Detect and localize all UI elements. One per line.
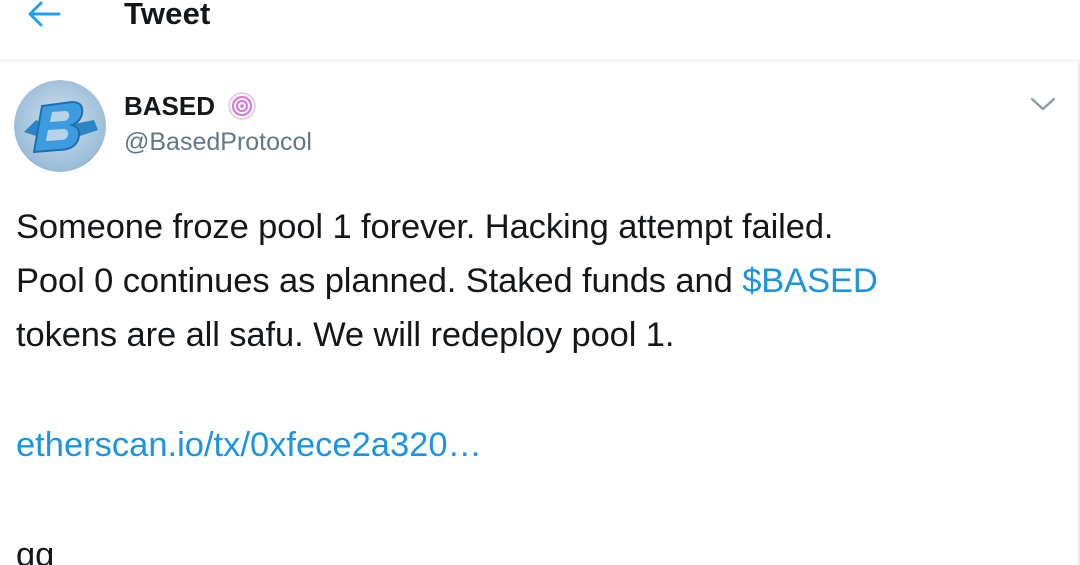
page-title: Tweet [124,0,211,31]
etherscan-link[interactable]: etherscan.io/tx/0xfece2a320… [16,418,482,472]
author-handle[interactable]: @BasedProtocol [124,126,312,158]
chevron-down-icon [1030,97,1056,111]
tweet-body: Someone froze pool 1 forever. Hacking at… [16,200,1056,362]
tweet-line-2: Pool 0 continues as planned. Staked fund… [16,254,1056,308]
author-name[interactable]: BASED [124,90,257,122]
sushi-emoji-icon [228,92,256,120]
tweet-closing-text: gg [16,536,55,565]
avatar[interactable] [14,80,106,172]
author-name-text: BASED [124,91,216,121]
based-logo-icon [14,80,106,172]
back-button[interactable] [22,0,66,34]
top-bar: Tweet [0,0,1080,61]
tweet-detail-page: Tweet BASED @BasedProtocol Someone froze… [0,0,1080,565]
arrow-left-icon [28,1,61,27]
tweet-line-3: tokens are all safu. We will redeploy po… [16,316,675,354]
more-options-button[interactable] [1026,90,1060,118]
cashtag-link[interactable]: $BASED [742,262,878,300]
tweet-line-2-text: Pool 0 continues as planned. Staked fund… [16,262,743,300]
tweet-line-1: Someone froze pool 1 forever. Hacking at… [16,208,834,246]
